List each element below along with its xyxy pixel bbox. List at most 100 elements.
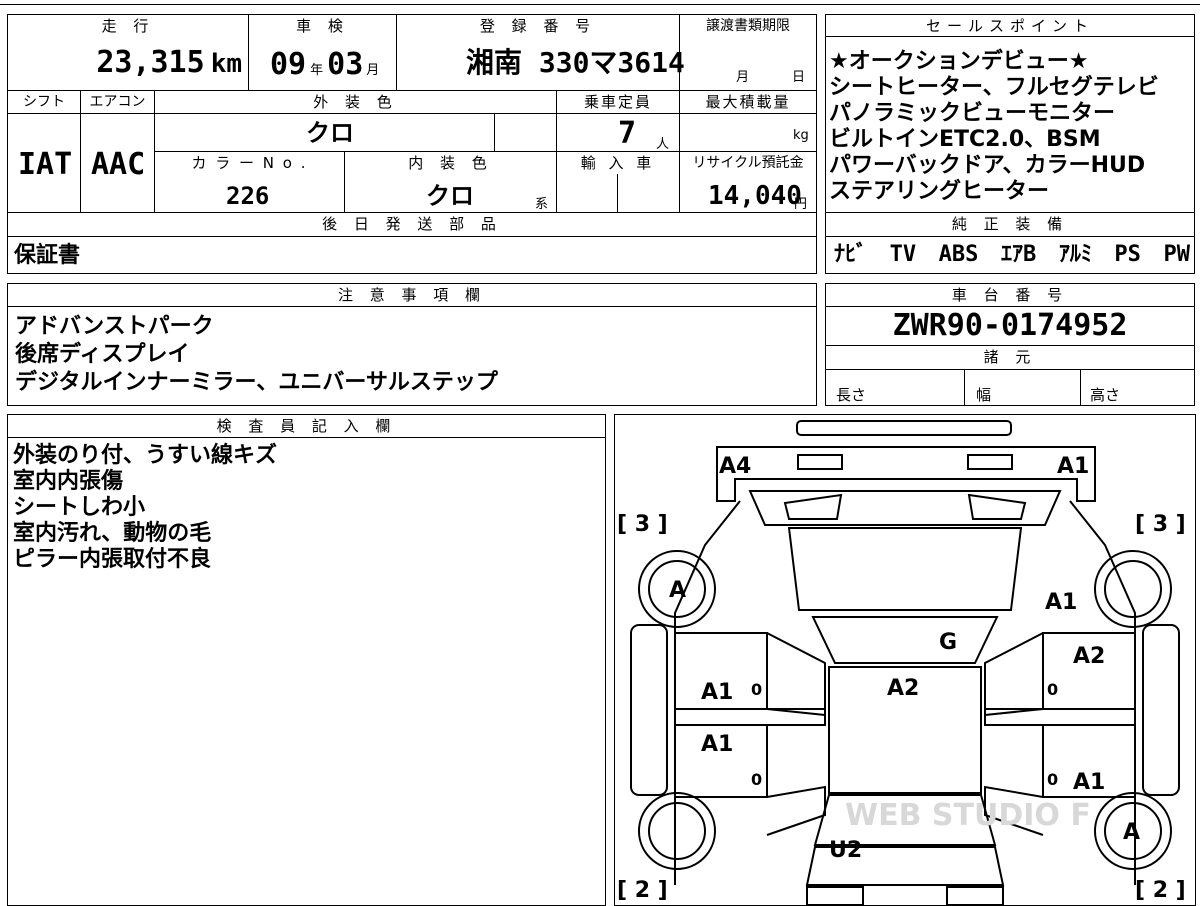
capacity-unit: 人 — [656, 137, 670, 152]
mark-right-tire-rear: [ 2 ] — [1135, 878, 1186, 903]
length-label: 長さ — [836, 386, 867, 404]
windshield-shape — [787, 527, 1023, 611]
right-skirt — [1142, 624, 1180, 796]
rear-left-wheel-icon — [638, 792, 716, 870]
sales-point-line: ビルトインETC2.0、BSM — [829, 127, 1101, 152]
mileage-value: 23,315 km — [96, 45, 242, 80]
notes-box: 注 意 事 項 欄 アドバンストパーク 後席ディスプレイ デジタルインナーミラー… — [7, 283, 817, 406]
mark-left-rear-door: A1 — [701, 732, 733, 757]
sales-point-line: パワーバックドア、カラーHUD — [829, 153, 1146, 178]
chassis-header: 車 台 番 号 — [826, 284, 1194, 306]
exterior-color-header: 外 装 色 — [155, 91, 556, 113]
roof-front-shape — [811, 616, 999, 664]
later-parts-value: 保証書 — [14, 243, 81, 268]
top-strip-line — [0, 4, 1200, 5]
mark-right-fender: A1 — [1045, 590, 1077, 615]
mark-right-front-door: A2 — [1073, 644, 1105, 669]
transfer-deadline-header: 譲渡書類期限 — [680, 15, 816, 37]
shift-header: シフト — [8, 91, 80, 113]
mark-right-tire-front: [ 3 ] — [1135, 512, 1186, 537]
interior-color-value: クロ — [426, 182, 474, 210]
mark-roof: A2 — [887, 676, 919, 701]
rear-bumper-right — [946, 886, 1004, 905]
equipment-header: 純 正 装 備 — [826, 213, 1194, 235]
sales-points-header: セールスポイント — [826, 15, 1194, 37]
sales-points-box: セールスポイント ★オークションデビュー★ シートヒーター、フルセグテレビ パノ… — [825, 14, 1195, 274]
inspector-header: 検 査 員 記 入 欄 — [8, 415, 605, 437]
inspector-box: 検 査 員 記 入 欄 外装のり付、うすい線キズ 室内内張傷 シートしわ小 室内… — [7, 414, 606, 906]
capacity-value: 7 — [618, 116, 637, 151]
registration-header: 登 録 番 号 — [397, 15, 679, 37]
color-no-value: 226 — [226, 182, 270, 210]
inspector-line: シートしわ小 — [13, 495, 146, 520]
mark-left-front-door: A1 — [701, 680, 733, 705]
front-right-wheel-icon — [1094, 550, 1172, 628]
sales-point-line: ★オークションデビュー★ — [829, 49, 1089, 74]
rear-bumper-left — [806, 886, 864, 905]
note-line: 後席ディスプレイ — [15, 342, 190, 367]
inspector-line: 室内汚れ、動物の毛 — [13, 521, 212, 546]
mark-door-zero: 0 — [751, 680, 762, 699]
left-step-top — [674, 708, 826, 726]
load-unit: kg — [793, 128, 809, 143]
equipment-item: TV — [889, 242, 917, 267]
mark-front-left-bumper: A4 — [719, 454, 751, 479]
recycle-header: リサイクル預託金 — [680, 152, 816, 174]
aircon-header: エアコン — [81, 91, 154, 113]
equipment-list: ﾅﾋﾞ TV ABS ｴｱB ｱﾙﾐ PS PW — [834, 240, 1190, 270]
width-label: 幅 — [976, 386, 992, 404]
inspection-header: 車 検 — [249, 15, 396, 37]
import-header: 輸 入 車 — [557, 152, 679, 174]
mark-right-rear-door: A1 — [1073, 770, 1105, 795]
color-no-header: カ ラ ー N o . — [155, 152, 344, 174]
equipment-item: PW — [1163, 242, 1191, 267]
mark-front-right-bumper: A1 — [1057, 454, 1089, 479]
deadline-month-unit: 月 — [736, 70, 750, 85]
vehicle-info-table: 走 行 車 検 登 録 番 号 譲渡書類期限 23,315 km 09 年 03 月 湘… — [7, 14, 817, 274]
equipment-item: ｱﾙﾐ — [1058, 242, 1092, 267]
mark-left-tire-rear: [ 2 ] — [617, 878, 668, 903]
recycle-value: 14,040 — [708, 181, 802, 211]
note-line: デジタルインナーミラー、ユニバーサルステップ — [15, 370, 498, 395]
interior-color-header: 内 装 色 — [345, 152, 556, 174]
sales-point-line: シートヒーター、フルセグテレビ — [829, 75, 1159, 100]
right-mirror — [984, 632, 1044, 717]
sales-point-line: パノラミックビューモニター — [829, 101, 1116, 126]
front-right-lamp — [967, 493, 1027, 520]
equipment-item: ABS — [938, 242, 979, 267]
notes-header: 注 意 事 項 欄 — [8, 284, 816, 306]
inspection-value: 09 年 03 月 — [270, 47, 380, 82]
deadline-day-unit: 日 — [792, 70, 806, 85]
shift-value: IAT — [18, 147, 73, 182]
mark-door-zero: 0 — [1047, 680, 1058, 699]
mark-front-left-wheel: A — [669, 578, 686, 603]
recycle-unit: 円 — [794, 197, 808, 212]
mileage-header: 走 行 — [8, 15, 248, 37]
note-line: アドバンストパーク — [15, 314, 214, 339]
interior-suffix: 系 — [535, 197, 549, 212]
specs-header: 諸 元 — [826, 346, 1194, 368]
mark-windshield: G — [939, 630, 957, 655]
aircon-value: AAC — [91, 147, 146, 182]
watermark-text: WEB STUDIO F — [845, 798, 1091, 833]
mark-rear-right-wheel: A — [1123, 820, 1140, 845]
inspector-line: 外装のり付、うすい線キズ — [13, 443, 278, 468]
inspector-line: ピラー内張取付不良 — [13, 547, 212, 572]
front-bumper-shape — [796, 420, 1012, 436]
capacity-header: 乗車定員 — [557, 91, 679, 113]
chassis-box: 車 台 番 号 ZWR90-0174952 諸 元 長さ 幅 高さ — [825, 283, 1195, 406]
height-label: 高さ — [1090, 386, 1121, 404]
mark-door-zero: 0 — [751, 770, 762, 789]
equipment-item: ｴｱB — [1001, 242, 1037, 267]
inspector-line: 室内内張傷 — [13, 469, 124, 494]
front-left-lamp — [783, 493, 843, 520]
right-step-top — [984, 708, 1136, 726]
right-headlight — [967, 454, 1013, 470]
chassis-number: ZWR90-0174952 — [892, 308, 1128, 343]
exterior-color-value: クロ — [306, 119, 354, 147]
mark-left-tire-front: [ 3 ] — [617, 512, 668, 537]
watermark: WEB STUDIO F — [845, 798, 1091, 833]
sales-point-line: ステアリングヒーター — [829, 179, 1050, 204]
max-load-header: 最大積載量 — [680, 91, 816, 113]
mark-door-zero: 0 — [1047, 770, 1058, 789]
